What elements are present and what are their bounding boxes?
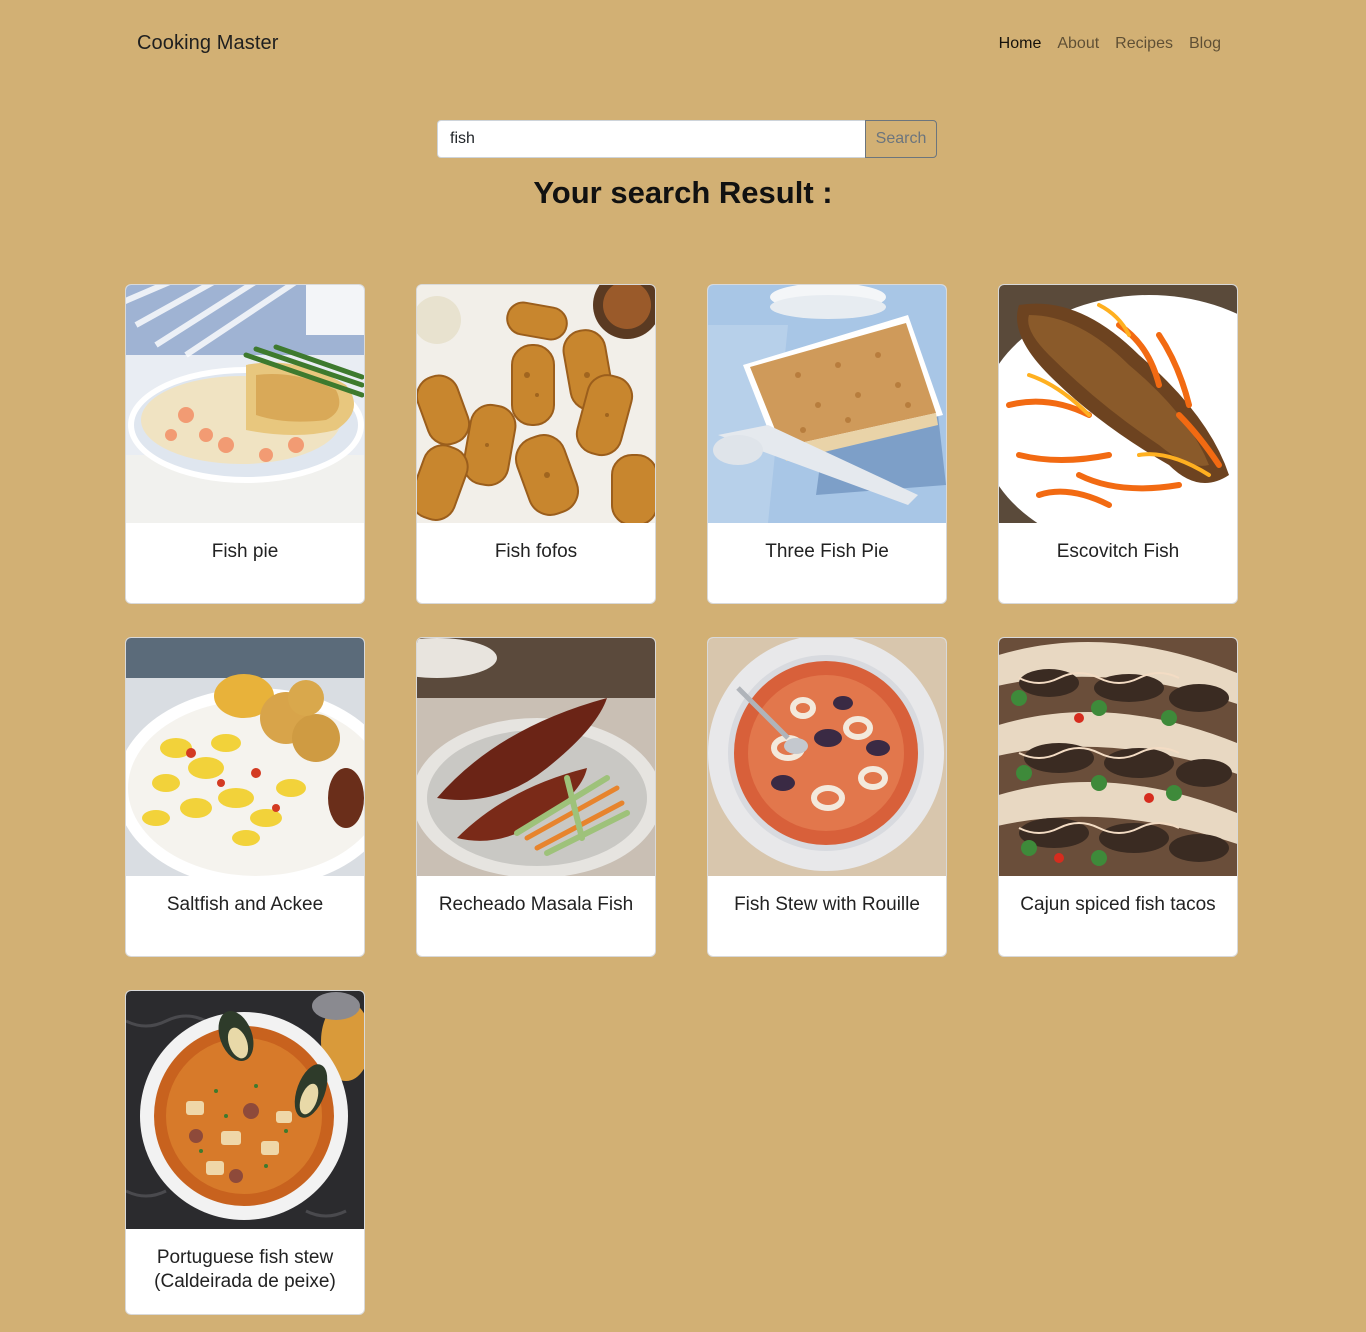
recipe-title: Fish fofos <box>494 541 578 562</box>
search-button[interactable]: Search <box>865 120 937 158</box>
recipe-title: Escovitch Fish <box>1056 541 1180 562</box>
recipe-card[interactable]: Cajun spiced fish tacos <box>998 637 1238 957</box>
recipe-card[interactable]: Saltfish and Ackee <box>125 637 365 957</box>
page: Cooking Master Home About Recipes Blog S… <box>0 0 1366 1332</box>
fish-fofos-photo <box>417 285 655 523</box>
nav-link-home[interactable]: Home <box>999 35 1042 53</box>
results-heading: Your search Result : <box>533 175 833 210</box>
recipe-title: Portuguese fish stew (Caldeirada de peix… <box>154 1247 336 1292</box>
nav-link-blog[interactable]: Blog <box>1189 35 1221 53</box>
portuguese-fish-stew-photo <box>126 991 364 1229</box>
nav-link-recipes[interactable]: Recipes <box>1115 35 1173 53</box>
recipe-title: Saltfish and Ackee <box>166 894 324 915</box>
nav-links: Home About Recipes Blog <box>999 35 1221 53</box>
recipe-card[interactable]: Escovitch Fish <box>998 284 1238 604</box>
recipe-title: Three Fish Pie <box>765 541 889 562</box>
recipe-title: Fish Stew with Rouille <box>734 894 920 915</box>
recipe-card[interactable]: Fish pie <box>125 284 365 604</box>
search-bar: Search <box>437 120 937 158</box>
recheado-masala-fish-photo <box>417 638 655 876</box>
recipe-card[interactable]: Recheado Masala Fish <box>416 637 656 957</box>
recipe-card[interactable]: Three Fish Pie <box>707 284 947 604</box>
recipe-title: Fish pie <box>211 541 279 562</box>
recipe-card[interactable]: Fish Stew with Rouille <box>707 637 947 957</box>
nav-link-about[interactable]: About <box>1057 35 1099 53</box>
search-input[interactable] <box>437 120 865 158</box>
fish-pie-photo <box>126 285 364 523</box>
fish-stew-rouille-photo <box>708 638 946 876</box>
brand-logo-link[interactable]: Cooking Master <box>137 32 278 55</box>
three-fish-pie-photo <box>708 285 946 523</box>
results-grid: Fish pie Fish fofos Three Fish Pie Escov… <box>125 284 1238 1315</box>
recipe-card[interactable]: Portuguese fish stew (Caldeirada de peix… <box>125 990 365 1315</box>
recipe-card[interactable]: Fish fofos <box>416 284 656 604</box>
cajun-fish-tacos-photo <box>999 638 1237 876</box>
saltfish-ackee-photo <box>126 638 364 876</box>
escovitch-fish-photo <box>999 285 1237 523</box>
recipe-title: Cajun spiced fish tacos <box>1020 894 1216 915</box>
navbar: Cooking Master Home About Recipes Blog <box>0 0 1366 90</box>
recipe-title: Recheado Masala Fish <box>438 894 634 915</box>
